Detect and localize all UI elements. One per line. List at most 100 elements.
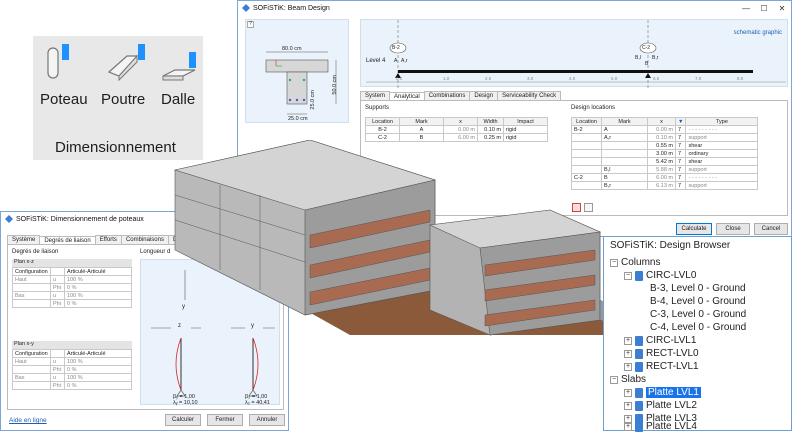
plan-xy-header[interactable]: Plan x-y [12,341,132,349]
tree-label: B-3, Level 0 - Ground [650,283,746,294]
tree-node-rect-lvl0[interactable]: + RECT-LVL0 [624,347,699,360]
design-header: Mark [601,117,648,126]
tab-combinations[interactable]: Combinations [423,91,471,100]
table-row[interactable]: Phi 0 % [12,365,132,374]
tree-leaf[interactable]: C-3, Level 0 - Ground [650,308,746,321]
tree-label: CIRC-LVL1 [646,335,697,346]
table-cell: Configuration [12,267,51,276]
tree-node-platte-lvl4[interactable]: + Platte LVL4 [624,420,697,433]
table-row[interactable]: B-2 A 0.00 m7- - - - - - - - - [571,125,759,134]
ruler-tick: 8.0 [737,76,744,81]
file-icon [635,387,643,398]
table-row[interactable]: Bas u 100 % [12,373,132,382]
plan-xz-table[interactable]: Configuration Articulé-Articulé Haut u 100 … [12,267,132,308]
annuler-button[interactable]: Annuler [249,414,285,426]
ribbon-button-slab[interactable] [161,42,201,82]
table-cell: Haut [12,357,51,366]
maximize-icon[interactable]: ☐ [755,4,773,13]
expand-icon[interactable]: + [624,388,632,397]
building-3d-model [173,140,641,336]
plan-xy-table[interactable]: Configuration Articulé-Articulé Haut u 100 … [12,349,132,390]
help-link[interactable]: Aide en ligne [9,417,47,424]
calculer-button[interactable]: Calculer [165,414,201,426]
tree-leaf[interactable]: B-3, Level 0 - Ground [650,282,746,295]
table-row[interactable]: Phi 0 % [12,381,132,390]
plan-xz-header[interactable]: Plan x-z [12,259,132,267]
table-cell: Phi [50,283,65,292]
supports-header: Impact [503,117,548,126]
tree-node-circ-lvl1[interactable]: + CIRC-LVL1 [624,334,696,347]
file-icon [635,335,643,346]
tree-node-slabs[interactable]: − Slabs [610,373,646,386]
close-icon[interactable]: ✕ [773,4,791,13]
expand-icon[interactable]: + [624,349,632,358]
fermer-button[interactable]: Fermer [207,414,243,426]
cross-section-drawing [265,51,337,115]
expand-icon[interactable]: + [624,401,632,410]
tree-label: RECT-LVL1 [646,361,699,372]
tree-label: Platte LVL4 [646,421,697,432]
close-button[interactable]: Close [716,223,750,235]
table-row[interactable]: Configuration Articulé-Articulé [12,267,132,276]
tree-node-platte-lvl2[interactable]: + Platte LVL2 [624,399,697,412]
tree-label: Slabs [621,374,647,385]
slab-icon [162,52,196,81]
ribbon-label-column: Poteau [40,91,88,108]
calculate-button[interactable]: Calculate [676,223,712,235]
ribbon-button-column[interactable] [45,42,75,98]
filter-icon[interactable]: ▼ [674,117,687,126]
support-mark-ar: A,r [401,58,408,64]
cancel-button[interactable]: Cancel [754,223,788,235]
table-cell: A [399,125,444,134]
ribbon-group-title: Dimensionnement [55,139,176,156]
tree-node-columns[interactable]: − Columns [610,256,660,269]
design-header: x [647,117,676,126]
table-row[interactable]: Phi 0 % [12,283,132,292]
table-cell: support [685,133,759,142]
table-cell: Phi [50,365,65,374]
tab-systeme[interactable]: Système [7,235,41,244]
collapse-icon[interactable]: − [610,375,618,384]
right-lambda-result: λ₂ = 40,41 [245,400,270,406]
table-cell: 100 % [64,275,132,284]
cross-section-panel: ? 80.0 cm 50.0 cm 25.0 cm 25.0 cm [245,19,349,123]
tree-node-circ-lvl0[interactable]: − CIRC-LVL0 [624,269,696,282]
table-cell: 7 [674,133,687,142]
tab-serviceability[interactable]: Serviceability Check [497,91,562,100]
ribbon-button-beam[interactable] [107,42,147,82]
table-row[interactable]: Phi 0 % [12,299,132,308]
tree-node-platte-lvl1[interactable]: + Platte LVL1 [624,386,701,399]
tab-efforts[interactable]: Efforts [94,235,122,244]
table-row[interactable]: Configuration Articulé-Articulé [12,349,132,358]
schematic-panel: schematic graphic Level 4 B-2 C-2 A A,r … [360,19,788,88]
expand-icon[interactable]: + [624,422,632,431]
design-header: Type [685,117,759,126]
table-cell: u [50,373,65,382]
collapse-icon[interactable]: − [610,258,618,267]
table-row[interactable]: Bas u 100 % [12,291,132,300]
table-cell: 0 % [64,283,132,292]
tree-label-selected: Platte LVL1 [646,387,701,398]
table-row[interactable]: Haut u 100 % [12,357,132,366]
tree-label: Columns [621,257,661,268]
tab-design[interactable]: Design [469,91,499,100]
tree-label: CIRC-LVL0 [646,270,697,281]
ruler-tick: 6.0 [653,76,660,81]
tree-node-rect-lvl1[interactable]: + RECT-LVL1 [624,360,699,373]
expand-icon[interactable]: + [624,362,632,371]
tab-system[interactable]: System [360,91,391,100]
table-cell: 7 [674,181,687,190]
column-icon [47,44,69,79]
tree-leaf[interactable]: C-4, Level 0 - Ground [650,321,746,334]
ruler-tick: 2.0 [485,76,492,81]
table-row[interactable]: B-2 A 0.00 m 0.10 m rigid [365,125,548,134]
expand-icon[interactable]: + [624,336,632,345]
collapse-icon[interactable]: − [624,271,632,280]
table-cell: Bas [12,291,51,300]
tree-leaf[interactable]: B-4, Level 0 - Ground [650,295,746,308]
table-row[interactable]: Haut u 100 % [12,275,132,284]
file-icon [635,270,643,281]
minimize-icon[interactable]: — [737,4,755,13]
supports-title: Supports [365,105,390,111]
supports-table[interactable]: Location Mark x Width Impact B-2 A 0.00 … [365,117,548,142]
